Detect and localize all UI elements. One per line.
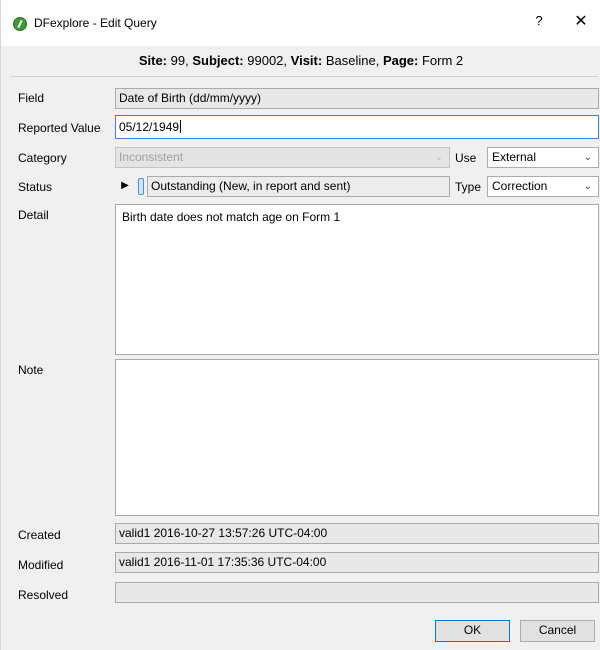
use-select[interactable]: External ⌄ [487, 147, 599, 168]
use-label: Use [455, 151, 477, 165]
chevron-down-icon: ⌄ [583, 181, 592, 192]
category-select: Inconsistent ⌄ [115, 147, 450, 168]
detail-textarea[interactable]: Birth date does not match age on Form 1 [115, 204, 599, 355]
note-textarea[interactable] [115, 359, 599, 516]
text-caret [180, 120, 182, 133]
site-value: 99, [170, 53, 189, 68]
subject-value: 99002, [247, 53, 288, 68]
query-context: Site: 99, Subject: 99002, Visit: Baselin… [1, 53, 600, 68]
detail-label: Detail [18, 208, 49, 222]
type-label: Type [455, 180, 482, 194]
resolved-label: Resolved [18, 588, 69, 602]
reported-value-text: 05/12/1949 [119, 120, 180, 134]
reported-value-label: Reported Value [18, 121, 101, 135]
status-color-indicator [138, 178, 144, 195]
detail-text: Birth date does not match age on Form 1 [122, 210, 341, 224]
note-label: Note [18, 363, 44, 377]
field-name-display: Date of Birth (dd/mm/yyyy) [115, 88, 599, 109]
modified-display: valid1 2016-11-01 17:35:36 UTC-04:00 [115, 552, 599, 573]
created-label: Created [18, 528, 61, 542]
page-label: Page: [382, 53, 419, 68]
dfexplore-logo-icon [13, 17, 27, 31]
page-value: Form 2 [421, 53, 464, 68]
use-select-value: External [492, 150, 537, 164]
category-label: Category [18, 151, 67, 165]
edit-query-dialog: DFexplore - Edit Query ? ✕ Site: 99, Sub… [0, 0, 600, 650]
visit-label: Visit: [290, 53, 323, 68]
status-display: Outstanding (New, in report and sent) [147, 176, 450, 197]
field-label: Field [18, 91, 45, 105]
subject-label: Subject: [192, 53, 244, 68]
type-select-value: Correction [492, 179, 548, 193]
site-label: Site: [138, 53, 168, 68]
reported-value-input[interactable]: 05/12/1949 [115, 115, 599, 139]
play-icon[interactable]: ▶ [118, 177, 132, 195]
chevron-down-icon: ⌄ [583, 152, 592, 163]
chevron-down-icon: ⌄ [434, 152, 443, 163]
header-divider [11, 76, 598, 77]
resolved-display [115, 582, 599, 603]
status-label: Status [18, 180, 53, 194]
window-title: DFexplore - Edit Query [34, 16, 157, 30]
modified-label: Modified [18, 558, 64, 572]
title-bar: DFexplore - Edit Query ? ✕ [1, 0, 600, 46]
ok-button[interactable]: OK [435, 620, 510, 642]
help-button[interactable]: ? [531, 13, 547, 28]
created-display: valid1 2016-10-27 13:57:26 UTC-04:00 [115, 523, 599, 544]
type-select[interactable]: Correction ⌄ [487, 176, 599, 197]
category-select-value: Inconsistent [119, 150, 184, 164]
visit-value: Baseline, [325, 53, 380, 68]
close-button[interactable]: ✕ [571, 11, 591, 31]
cancel-button[interactable]: Cancel [520, 620, 595, 642]
